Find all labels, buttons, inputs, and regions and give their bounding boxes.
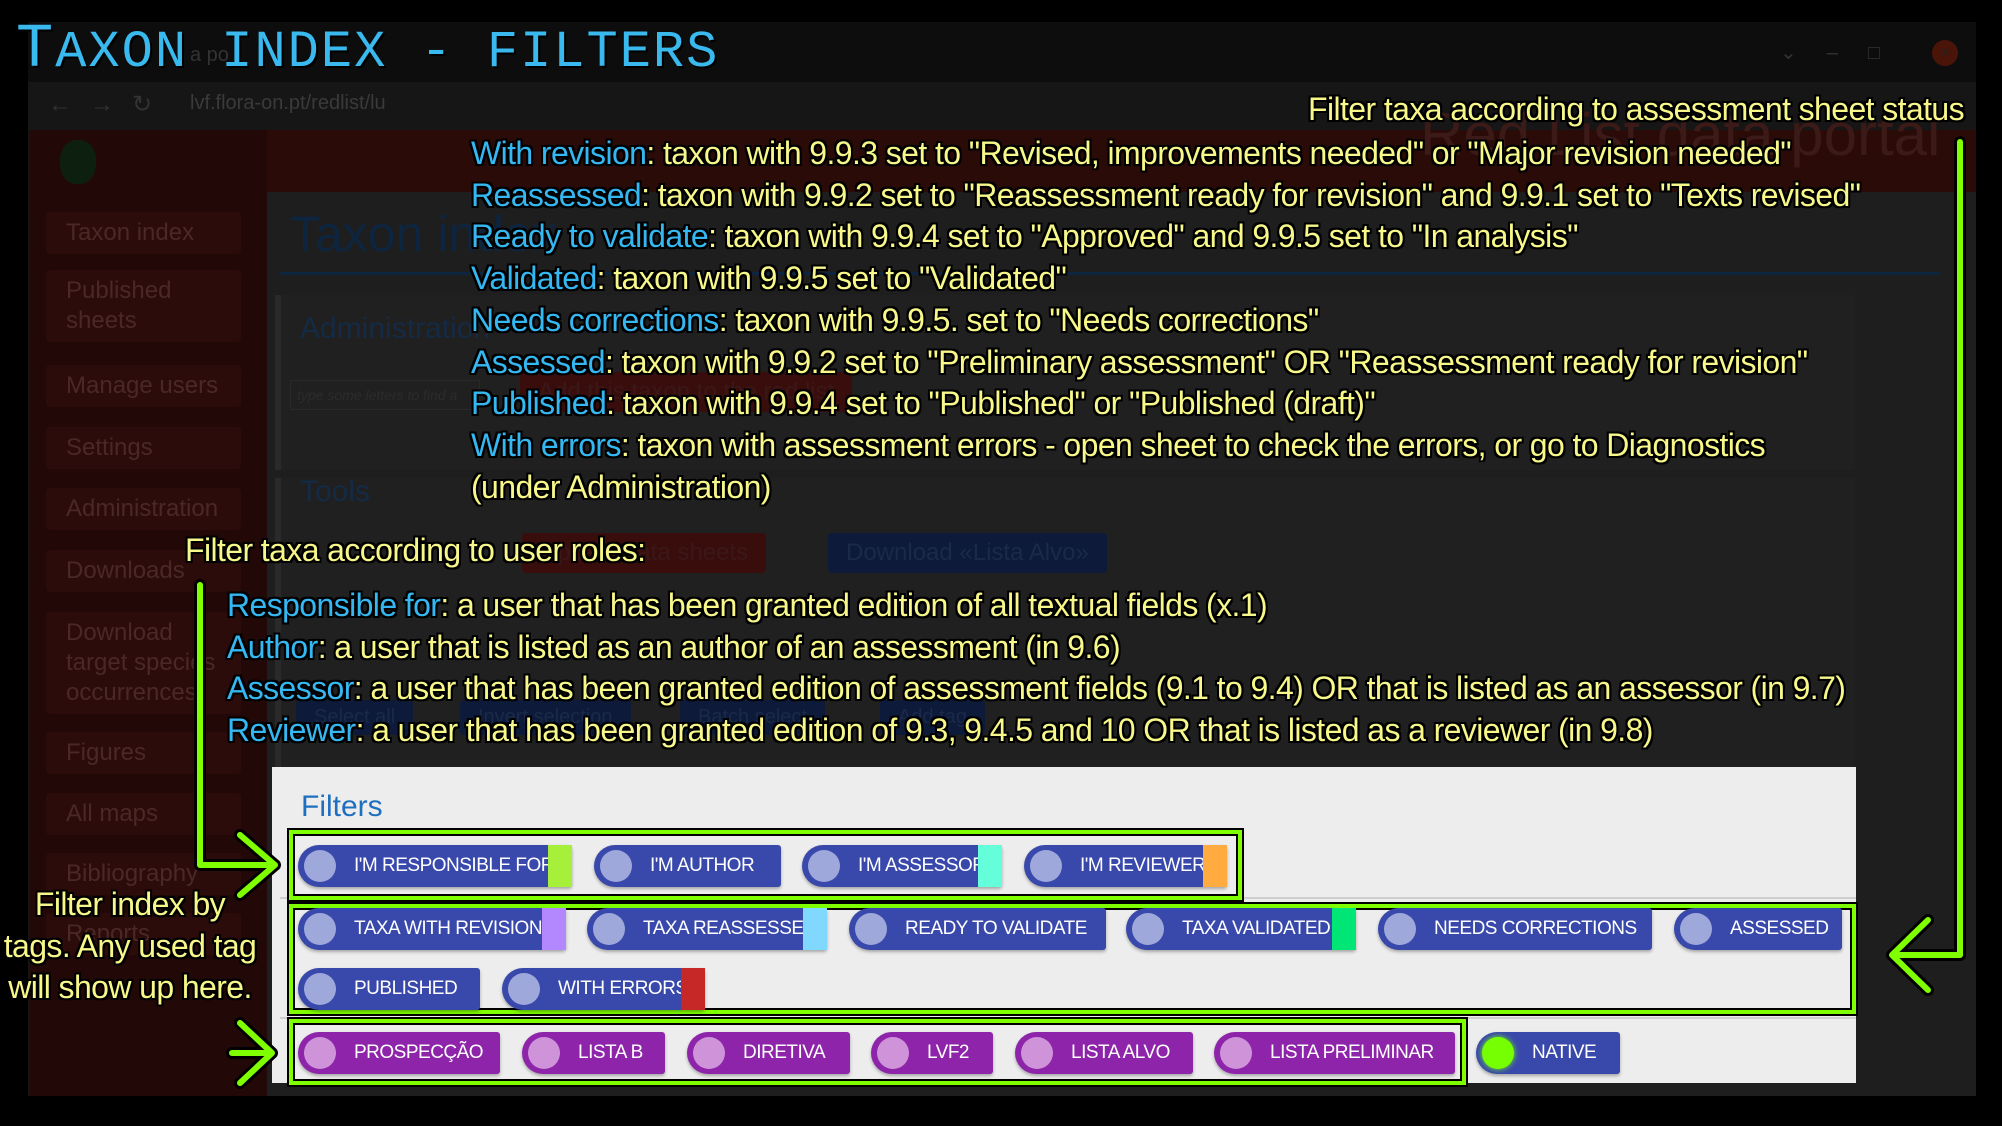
note-line: Ready to validate: taxon with 9.9.4 set … — [471, 218, 1578, 255]
note-line: Reassessed: taxon with 9.9.2 set to "Rea… — [471, 176, 1861, 213]
note-line: With errors: taxon with assessment error… — [471, 426, 1766, 463]
note-line: Validated: taxon with 9.9.5 set to "Vali… — [471, 260, 1067, 297]
note-line: Published: taxon with 9.9.4 set to "Publ… — [471, 385, 1376, 422]
roles-notes: Responsible for: a user that has been gr… — [227, 585, 1846, 752]
tags-arrow — [229, 1020, 275, 1086]
note-line: Assessor: a user that has been granted e… — [227, 670, 1846, 707]
note-line: With revision: taxon with 9.9.3 set to "… — [471, 135, 1792, 171]
tags-note: Filter index by tags. Any used tag will … — [3, 886, 257, 1006]
note-line: Needs corrections: taxon with 9.9.5. set… — [471, 301, 1319, 338]
status-header: Filter taxa according to assessment shee… — [1308, 91, 1965, 127]
note-line: (under Administration) — [471, 468, 771, 505]
note-line: Author: a user that is listed as an auth… — [227, 628, 1121, 665]
roles-header: Filter taxa according to user roles: — [185, 532, 646, 568]
note-line: Responsible for: a user that has been gr… — [227, 587, 1268, 623]
status-notes: With revision: taxon with 9.9.3 set to "… — [471, 133, 1861, 508]
note-line: Reviewer: a user that has been granted e… — [227, 712, 1653, 749]
note-line: Assessed: taxon with 9.9.2 set to "Preli… — [471, 343, 1808, 380]
status-arrow — [1889, 139, 1963, 993]
